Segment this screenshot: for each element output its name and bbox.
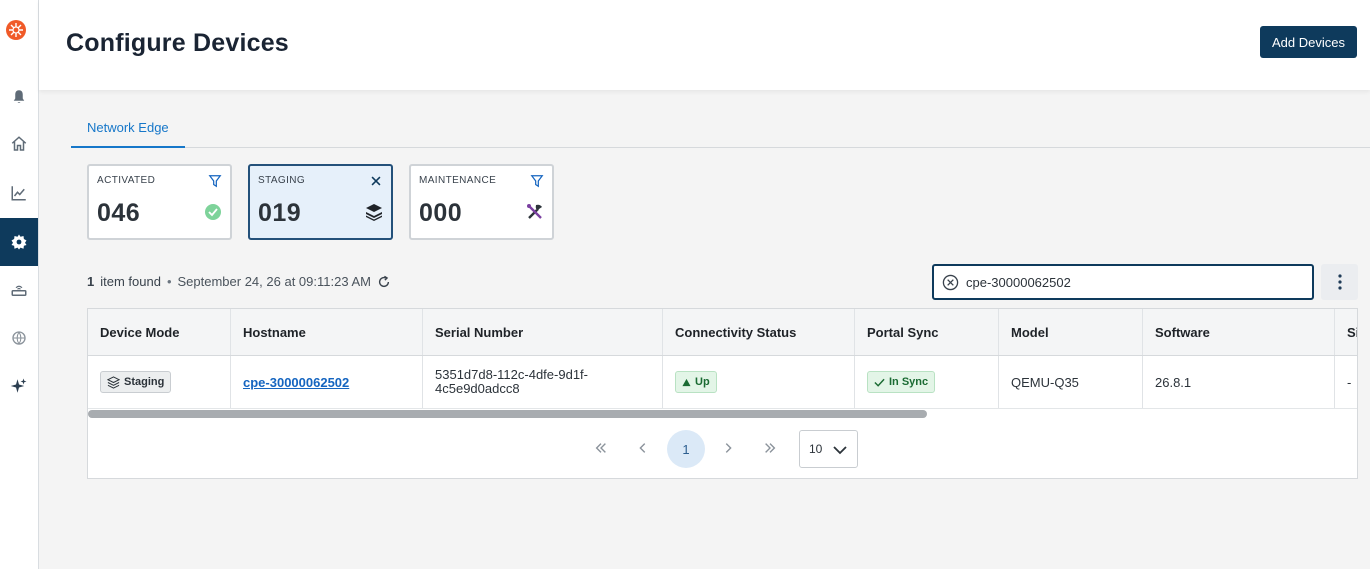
table-header: Device Mode Hostname Serial Number Conne… [88, 309, 1357, 356]
chevron-left-icon [639, 443, 646, 453]
cell-portal-sync: In Sync [855, 356, 999, 408]
page-size-value: 10 [809, 442, 823, 456]
sidebar-item-network[interactable] [0, 314, 38, 362]
portal-sync-badge: In Sync [867, 371, 936, 393]
router-icon [11, 285, 27, 296]
add-devices-button[interactable]: Add Devices [1260, 26, 1357, 58]
results-summary: 1 item found • September 24, 26 at 09:11… [87, 274, 391, 289]
chart-icon [11, 186, 26, 201]
cell-hostname: cpe-30000062502 [231, 356, 423, 408]
status-card-maintenance[interactable]: MAINTENANCE 000 [409, 164, 554, 240]
card-label: STAGING [258, 175, 306, 186]
status-card-staging[interactable]: STAGING 019 [248, 164, 393, 240]
device-mode-label: Staging [124, 376, 165, 388]
search-input[interactable] [966, 270, 1306, 294]
pagination: 1 10 [88, 429, 1357, 469]
next-page-button[interactable] [709, 429, 747, 467]
column-header-device-mode[interactable]: Device Mode [88, 309, 231, 355]
filter-icon[interactable] [530, 174, 544, 188]
first-page-button[interactable] [582, 429, 620, 467]
last-page-button[interactable] [751, 429, 789, 467]
globe-icon [12, 331, 26, 345]
kebab-menu-icon [1337, 274, 1342, 290]
home-icon [11, 136, 27, 151]
result-text: item found [100, 274, 161, 289]
cell-serial-number: 5351d7d8-112c-4dfe-9d1f-4c5e9d0adcc8 [423, 356, 663, 408]
column-header-connectivity-status[interactable]: Connectivity Status [663, 309, 855, 355]
result-count: 1 [87, 274, 95, 289]
sidebar-item-ai[interactable] [0, 362, 38, 410]
clear-search-icon[interactable] [942, 274, 959, 291]
sparkle-icon [10, 378, 27, 393]
last-updated: September 24, 26 at 09:11:23 AM [177, 274, 371, 289]
sidebar-item-devices[interactable] [0, 266, 38, 314]
page-number-current[interactable]: 1 [667, 430, 705, 468]
cell-device-mode: Staging [88, 356, 231, 408]
cell-connectivity-status: Up [663, 356, 855, 408]
filter-icon[interactable] [208, 174, 222, 188]
table-row[interactable]: Staging cpe-30000062502 5351d7d8-112c-4d… [88, 356, 1357, 409]
sidebar-item-home[interactable] [0, 120, 38, 168]
page-size-select[interactable]: 10 [799, 430, 858, 468]
sidebar-item-analytics[interactable] [0, 169, 38, 217]
gear-icon [11, 234, 27, 250]
double-chevron-right-icon [765, 443, 776, 453]
device-mode-badge: Staging [100, 371, 172, 393]
column-header-hostname[interactable]: Hostname [231, 309, 423, 355]
search-box [932, 264, 1314, 300]
cell-software: 26.8.1 [1143, 356, 1335, 408]
status-card-activated[interactable]: ACTIVATED 046 [87, 164, 232, 240]
column-header-model[interactable]: Model [999, 309, 1143, 355]
devices-table: Device Mode Hostname Serial Number Conne… [87, 308, 1358, 479]
sidebar-item-configure[interactable] [0, 218, 38, 266]
tools-icon [527, 204, 542, 219]
column-header-software[interactable]: Software [1143, 309, 1335, 355]
column-header-portal-sync[interactable]: Portal Sync [855, 309, 999, 355]
connectivity-label: Up [695, 376, 710, 388]
serial-number: 5351d7d8-112c-4dfe-9d1f-4c5e9d0adcc8 [435, 367, 588, 396]
refresh-icon[interactable] [377, 275, 391, 289]
cell-model: QEMU-Q35 [999, 356, 1143, 408]
page-title: Configure Devices [66, 29, 289, 57]
arrow-up-icon [682, 378, 691, 386]
card-value: 019 [258, 199, 302, 227]
portal-sync-label: In Sync [889, 376, 929, 388]
tab-network-edge[interactable]: Network Edge [71, 110, 185, 148]
check-circle-icon [205, 204, 221, 220]
column-header-si[interactable]: Si [1335, 309, 1357, 355]
previous-page-button[interactable] [624, 429, 662, 467]
card-value: 046 [97, 199, 141, 227]
connectivity-badge: Up [675, 371, 717, 393]
close-icon[interactable] [369, 174, 383, 188]
sidebar [0, 0, 39, 569]
more-options-button[interactable] [1321, 264, 1358, 300]
brand-logo[interactable] [4, 18, 28, 42]
chevron-down-icon [833, 446, 847, 455]
page-header: Configure Devices Add Devices [39, 0, 1370, 90]
chevron-right-icon [725, 443, 732, 453]
tab-bar: Network Edge [71, 110, 1370, 148]
layers-icon [366, 204, 382, 221]
hostname-link[interactable]: cpe-30000062502 [243, 375, 349, 390]
card-label: MAINTENANCE [419, 175, 497, 186]
bell-icon [13, 90, 25, 103]
column-header-serial-number[interactable]: Serial Number [423, 309, 663, 355]
double-chevron-left-icon [595, 443, 606, 453]
card-label: ACTIVATED [97, 175, 156, 186]
layers-outline-icon [107, 375, 120, 389]
card-value: 000 [419, 199, 463, 227]
separator: • [166, 274, 172, 289]
horizontal-scrollbar[interactable] [88, 410, 927, 418]
cell-si: - [1347, 374, 1352, 390]
check-icon [874, 378, 885, 387]
sidebar-item-notifications[interactable] [0, 73, 38, 121]
